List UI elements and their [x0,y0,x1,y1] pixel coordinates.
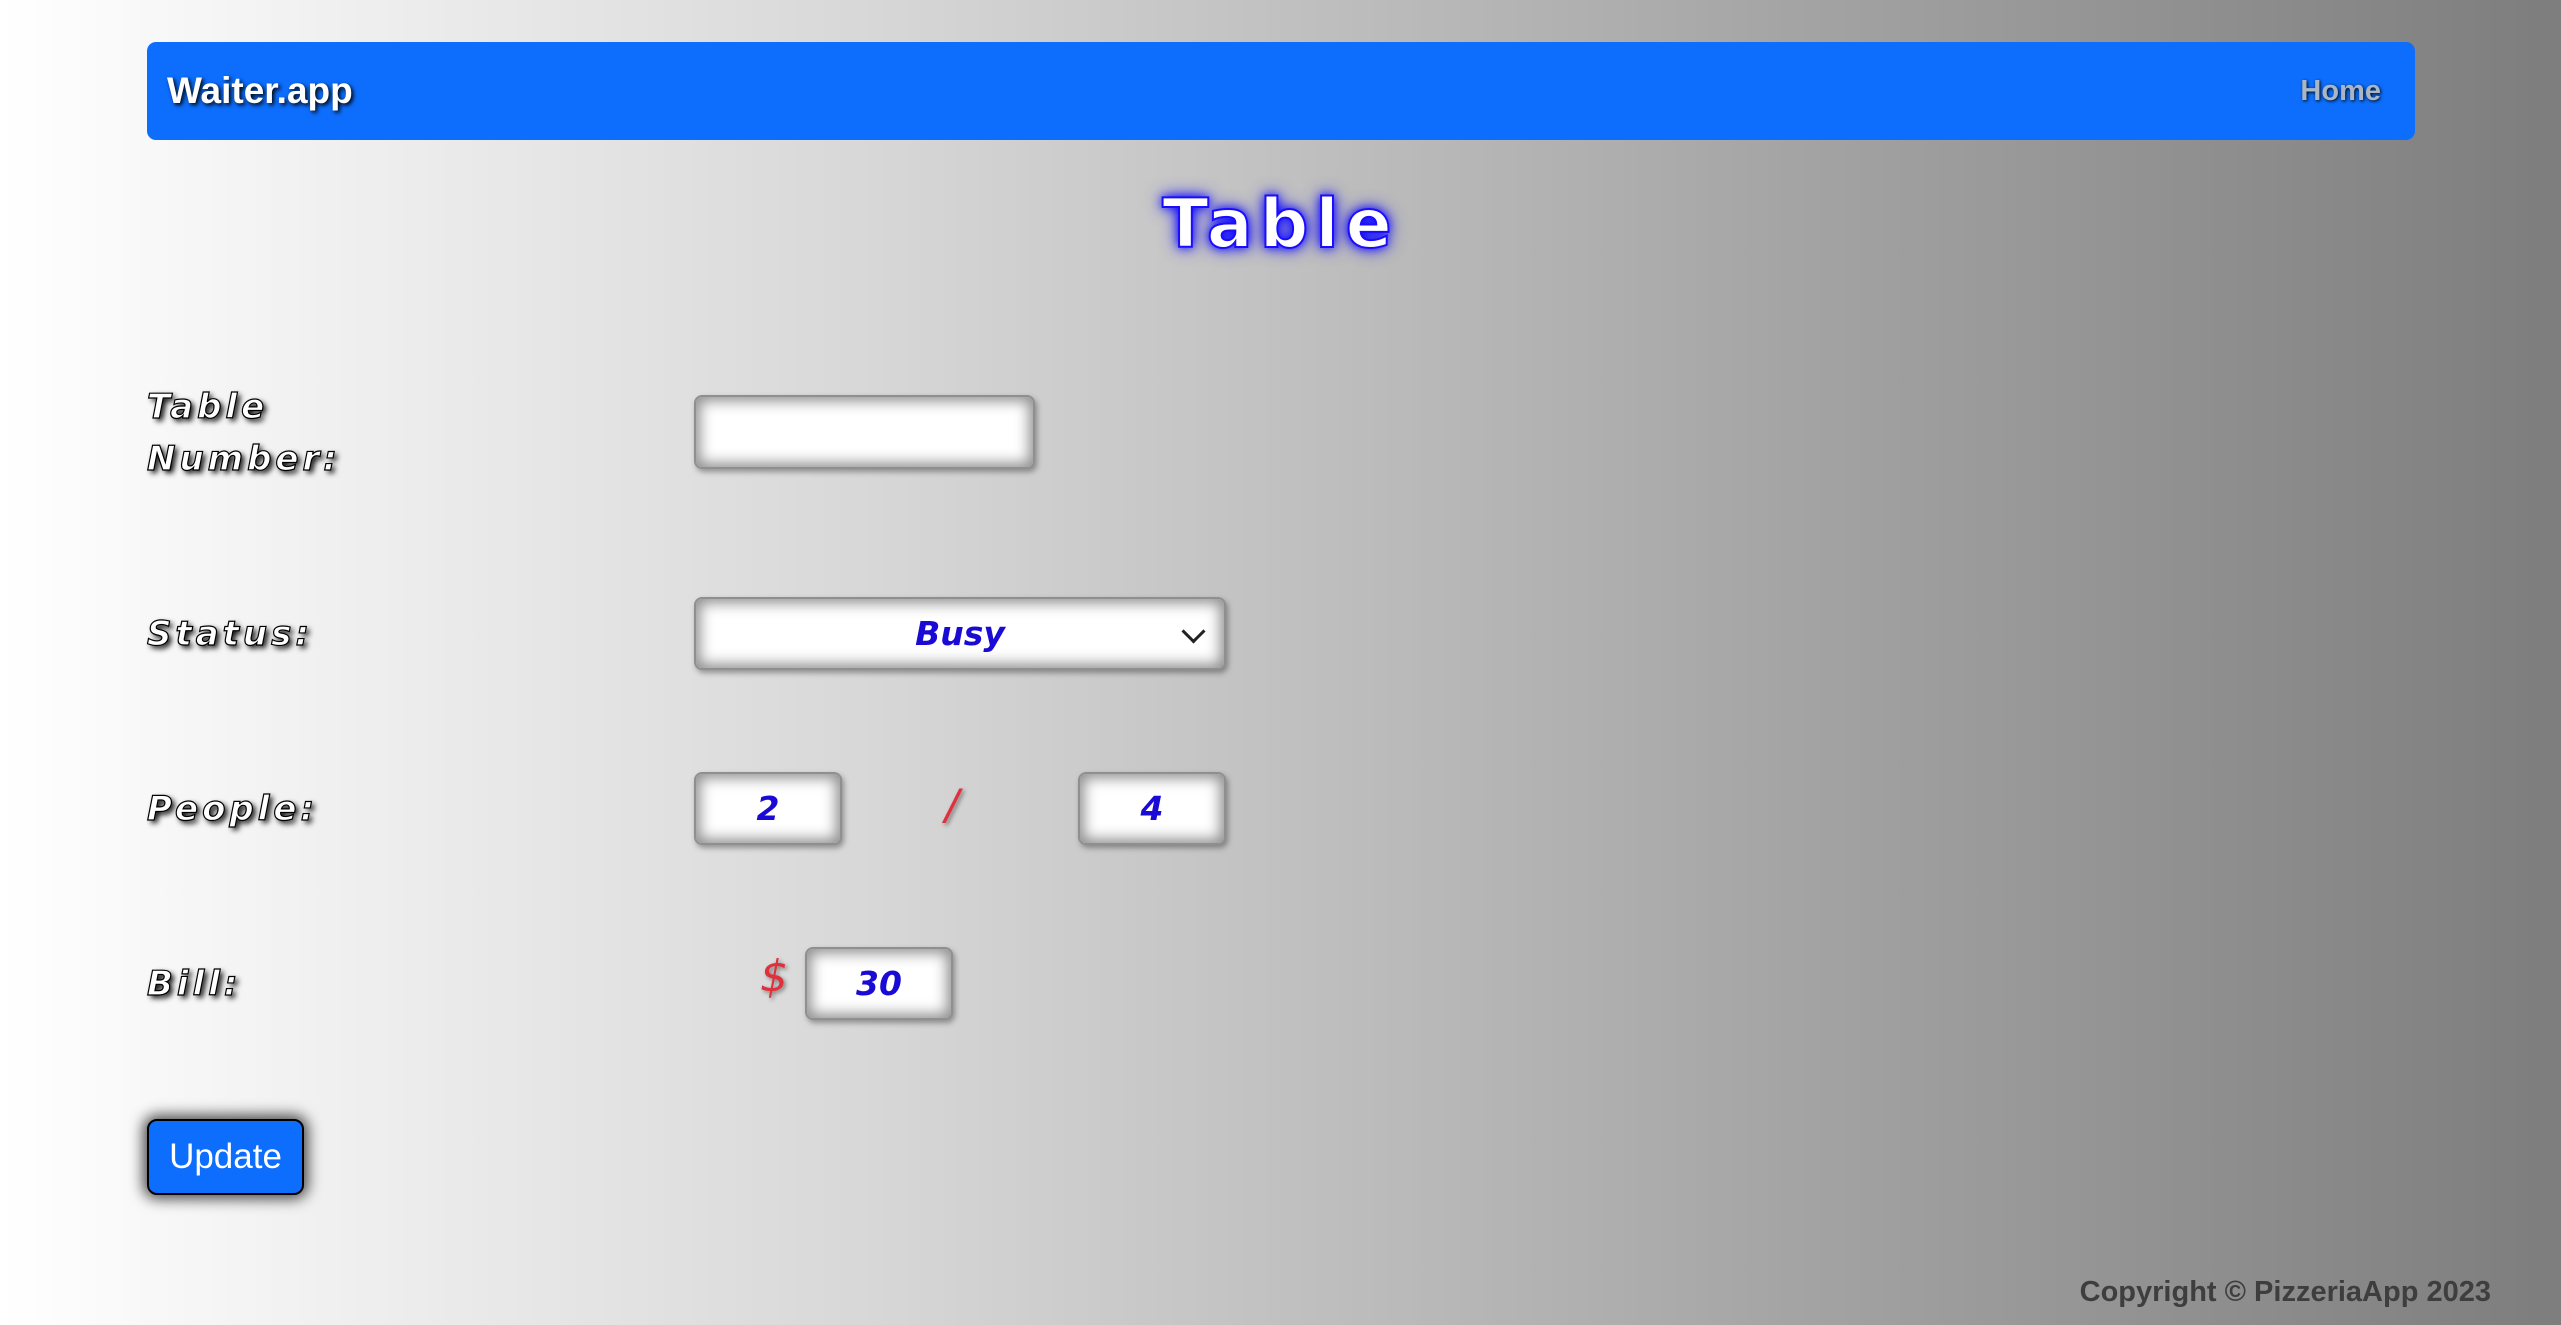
people-separator: / [945,780,960,829]
currency-symbol: $ [760,951,788,1002]
table-number-label: Table Number: [146,386,341,479]
status-select[interactable]: Busy [694,597,1226,670]
bill-label: Bill: [146,963,242,1004]
status-selected-value: Busy [915,614,1005,653]
update-button[interactable]: Update [147,1119,304,1195]
navbar: Waiter.app Home [147,42,2415,140]
chevron-down-icon [1181,618,1206,644]
brand-link[interactable]: Waiter.app [167,42,353,140]
footer-copyright: Copyright © PizzeriaApp 2023 [2079,1276,2491,1308]
nav-home-link[interactable]: Home [2300,42,2381,140]
table-number-input[interactable] [694,395,1035,469]
status-label: Status: [146,613,313,654]
bill-input[interactable] [805,947,953,1020]
people-label: People: [146,788,319,829]
page-title: Table [1161,184,1399,265]
people-current-input[interactable] [694,772,842,845]
people-max-input[interactable] [1078,772,1226,845]
